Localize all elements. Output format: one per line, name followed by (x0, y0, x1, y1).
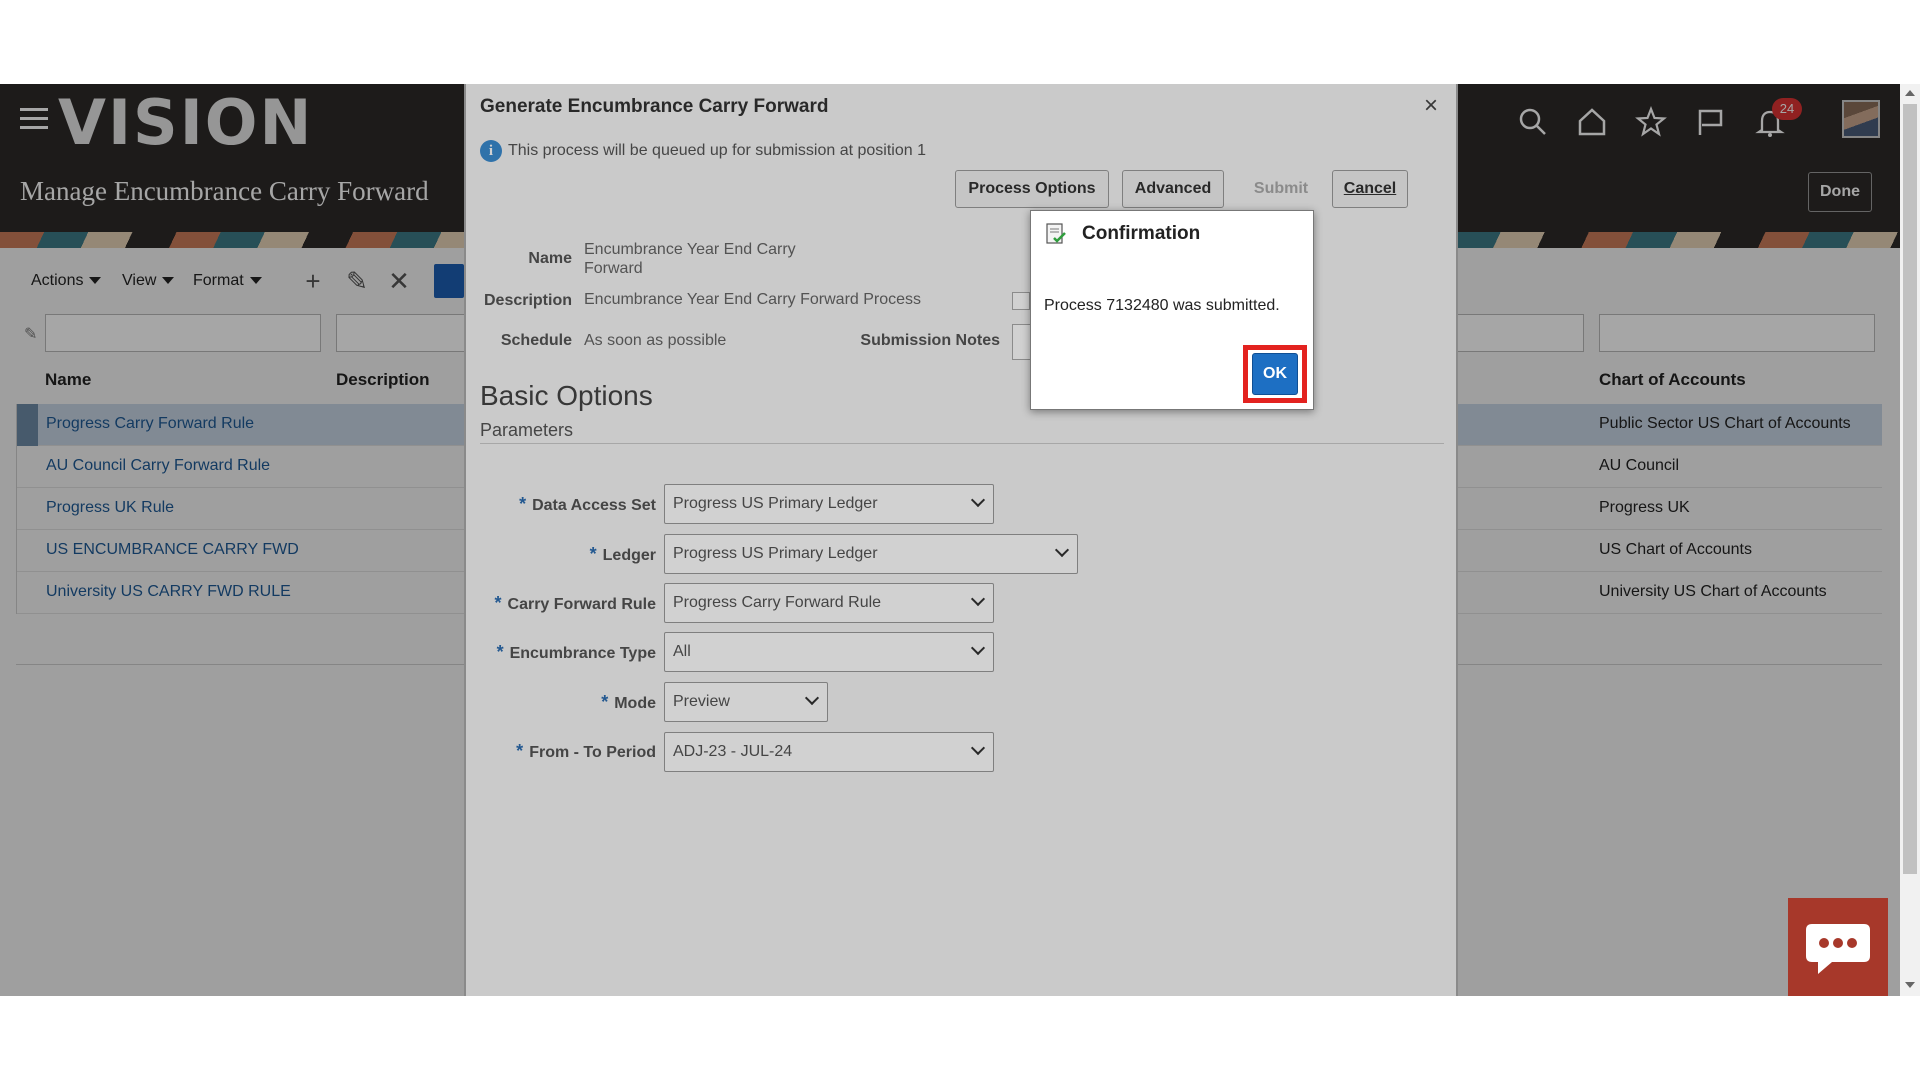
mode-value: Preview (673, 693, 730, 710)
data-access-set-label: * Data Access Set (519, 494, 656, 514)
mode-label: * Mode (601, 692, 656, 712)
field-label-text: From - To Period (529, 744, 656, 761)
submit-button[interactable]: Submit (1236, 170, 1326, 208)
scrollbar-thumb[interactable] (1903, 104, 1917, 874)
info-icon: i (480, 140, 502, 162)
queue-info-text: This process will be queued up for submi… (508, 142, 926, 159)
scroll-up-icon[interactable] (1905, 90, 1915, 96)
name-label: Name (528, 250, 572, 267)
dialog-title: Generate Encumbrance Carry Forward (480, 96, 829, 117)
chevron-down-icon (970, 591, 986, 607)
description-label: Description (483, 292, 572, 309)
field-label-text: Mode (614, 695, 656, 712)
carry-forward-rule-select[interactable]: Progress Carry Forward Rule (664, 583, 994, 623)
period-label: * From - To Period (516, 741, 656, 761)
confirmation-title: Confirmation (1082, 223, 1201, 244)
notify-checkbox[interactable] (1012, 292, 1030, 310)
submission-notes-label: Submission Notes (860, 332, 1000, 349)
section-divider (480, 443, 1444, 444)
confirmation-popup: Confirmation Process 7132480 was submitt… (1030, 210, 1314, 410)
chevron-down-icon (970, 740, 986, 756)
parameters-heading: Parameters (480, 420, 574, 440)
vertical-scrollbar[interactable] (1900, 84, 1920, 996)
ledger-value: Progress US Primary Ledger (673, 545, 878, 562)
chevron-down-icon (1054, 542, 1070, 558)
field-label-text: Ledger (602, 547, 656, 564)
schedule-value: As soon as possible (584, 332, 727, 349)
period-select[interactable]: ADJ-23 - JUL-24 (664, 732, 994, 772)
cancel-button[interactable]: Cancel (1332, 170, 1408, 208)
field-label-text: Data Access Set (532, 497, 656, 514)
confirmation-message: Process 7132480 was submitted. (1044, 297, 1280, 314)
advanced-button[interactable]: Advanced (1122, 170, 1224, 208)
basic-options-heading: Basic Options (480, 380, 653, 411)
chat-bubble-icon (1806, 924, 1870, 974)
scroll-down-icon[interactable] (1905, 982, 1915, 988)
ledger-select[interactable]: Progress US Primary Ledger (664, 534, 1078, 574)
process-options-button[interactable]: Process Options (955, 170, 1109, 208)
chevron-down-icon (804, 690, 820, 706)
ok-button[interactable]: OK (1252, 353, 1298, 395)
description-value: Encumbrance Year End Carry Forward Proce… (584, 291, 922, 308)
field-label-text: Carry Forward Rule (507, 596, 656, 613)
close-icon[interactable]: × (1424, 92, 1438, 120)
chevron-down-icon (970, 492, 986, 508)
schedule-label: Schedule (500, 332, 572, 349)
encumbrance-type-select[interactable]: All (664, 632, 994, 672)
ledger-label: * Ledger (589, 544, 656, 564)
field-label-text: Encumbrance Type (509, 645, 656, 662)
confirmation-check-icon (1046, 223, 1066, 244)
carry-forward-rule-value: Progress Carry Forward Rule (673, 594, 882, 611)
encumbrance-type-label: * Encumbrance Type (496, 642, 656, 662)
chevron-down-icon (970, 640, 986, 656)
encumbrance-type-value: All (673, 643, 691, 660)
period-value: ADJ-23 - JUL-24 (673, 743, 793, 760)
app-window: VISION Manage Encumbrance Carry Forward … (0, 84, 1920, 996)
mode-select[interactable]: Preview (664, 682, 828, 722)
data-access-set-value: Progress US Primary Ledger (673, 495, 878, 512)
chat-button[interactable] (1788, 898, 1888, 996)
carry-forward-rule-label: * Carry Forward Rule (494, 593, 657, 613)
name-value: Encumbrance Year End Carry Forward (584, 241, 796, 277)
data-access-set-select[interactable]: Progress US Primary Ledger (664, 484, 994, 524)
